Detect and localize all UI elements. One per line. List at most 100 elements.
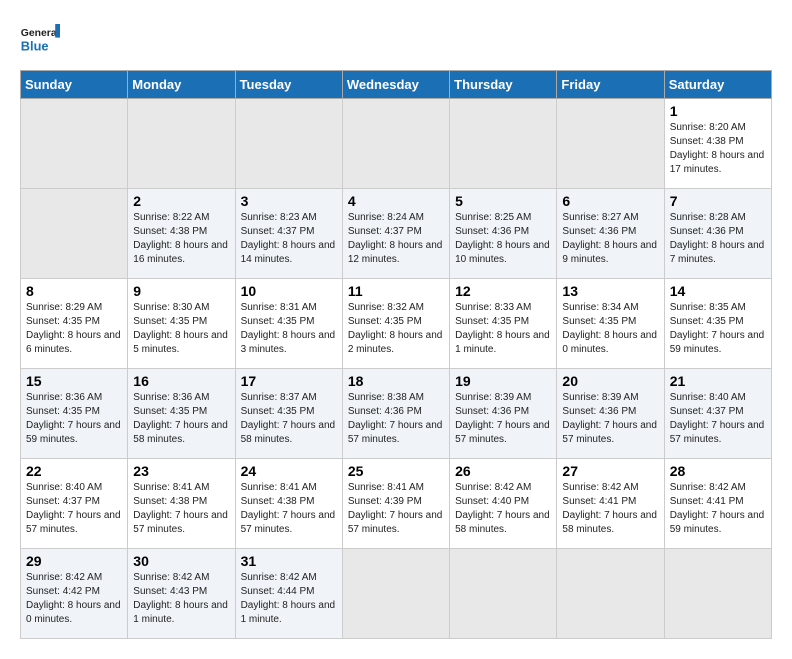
day-info: Sunrise: 8:42 AMSunset: 4:42 PMDaylight:… (26, 571, 122, 627)
header-saturday: Saturday (664, 71, 771, 99)
day-cell: 14Sunrise: 8:35 AMSunset: 4:35 PMDayligh… (664, 279, 771, 369)
day-cell: 3 Sunrise: 8:23 AMSunset: 4:37 PMDaylight… (235, 189, 342, 279)
day-info: Sunrise: 8:32 AMSunset: 4:35 PMDaylight:… (348, 301, 444, 357)
day-number: 17 (241, 373, 337, 389)
day-number: 22 (26, 463, 122, 479)
day-info: Sunrise: 8:36 AMSunset: 4:35 PMDaylight:… (133, 391, 229, 447)
day-cell: 23 Sunrise: 8:41 AMSunset: 4:38 PMDayligh… (128, 459, 235, 549)
day-cell: 18Sunrise: 8:38 AMSunset: 4:36 PMDayligh… (342, 369, 449, 459)
day-info: Sunrise: 8:22 AMSunset: 4:38 PMDaylight:… (133, 211, 229, 267)
day-number: 16 (133, 373, 229, 389)
day-info: Sunrise: 8:29 AMSunset: 4:35 PMDaylight:… (26, 301, 122, 357)
empty-cell (450, 99, 557, 189)
day-number: 6 (562, 193, 658, 209)
day-info: Sunrise: 8:41 AMSunset: 4:38 PMDaylight:… (241, 481, 337, 537)
day-cell: 13Sunrise: 8:34 AMSunset: 4:35 PMDayligh… (557, 279, 664, 369)
day-number: 7 (670, 193, 766, 209)
calendar-row: 29 Sunrise: 8:42 AMSunset: 4:42 PMDayligh… (21, 549, 772, 639)
day-info: Sunrise: 8:23 AMSunset: 4:37 PMDaylight:… (241, 211, 337, 267)
day-cell: 10Sunrise: 8:31 AMSunset: 4:35 PMDayligh… (235, 279, 342, 369)
day-number: 11 (348, 283, 444, 299)
day-info: Sunrise: 8:42 AMSunset: 4:41 PMDaylight:… (562, 481, 658, 537)
day-number: 12 (455, 283, 551, 299)
header-wednesday: Wednesday (342, 71, 449, 99)
empty-cell (21, 99, 128, 189)
day-info: Sunrise: 8:24 AMSunset: 4:37 PMDaylight:… (348, 211, 444, 267)
day-info: Sunrise: 8:39 AMSunset: 4:36 PMDaylight:… (455, 391, 551, 447)
day-cell: 5Sunrise: 8:25 AMSunset: 4:36 PMDaylight… (450, 189, 557, 279)
header-sunday: Sunday (21, 71, 128, 99)
day-info: Sunrise: 8:25 AMSunset: 4:36 PMDaylight:… (455, 211, 551, 267)
day-info: Sunrise: 8:20 AMSunset: 4:38 PMDaylight:… (670, 121, 766, 177)
day-info: Sunrise: 8:37 AMSunset: 4:35 PMDaylight:… (241, 391, 337, 447)
empty-cell (21, 189, 128, 279)
empty-cell (342, 549, 449, 639)
day-cell: 9Sunrise: 8:30 AMSunset: 4:35 PMDaylight… (128, 279, 235, 369)
day-cell: 1 Sunrise: 8:20 AMSunset: 4:38 PMDaylight… (664, 99, 771, 189)
day-number: 20 (562, 373, 658, 389)
empty-cell (128, 99, 235, 189)
logo: General Blue (20, 20, 60, 60)
header-monday: Monday (128, 71, 235, 99)
day-cell: 7 Sunrise: 8:28 AMSunset: 4:36 PMDaylight… (664, 189, 771, 279)
empty-cell (342, 99, 449, 189)
day-number: 31 (241, 553, 337, 569)
day-number: 29 (26, 553, 122, 569)
day-cell: 11 Sunrise: 8:32 AMSunset: 4:35 PMDayligh… (342, 279, 449, 369)
day-number: 24 (241, 463, 337, 479)
day-info: Sunrise: 8:38 AMSunset: 4:36 PMDaylight:… (348, 391, 444, 447)
day-cell: 21 Sunrise: 8:40 AMSunset: 4:37 PMDayligh… (664, 369, 771, 459)
calendar-row: 1 Sunrise: 8:20 AMSunset: 4:38 PMDaylight… (21, 99, 772, 189)
logo-icon: General Blue (20, 20, 60, 60)
day-number: 13 (562, 283, 658, 299)
day-info: Sunrise: 8:36 AMSunset: 4:35 PMDaylight:… (26, 391, 122, 447)
day-cell: 16 Sunrise: 8:36 AMSunset: 4:35 PMDayligh… (128, 369, 235, 459)
day-info: Sunrise: 8:40 AMSunset: 4:37 PMDaylight:… (670, 391, 766, 447)
day-info: Sunrise: 8:30 AMSunset: 4:35 PMDaylight:… (133, 301, 229, 357)
day-info: Sunrise: 8:40 AMSunset: 4:37 PMDaylight:… (26, 481, 122, 537)
day-cell: 30Sunrise: 8:42 AMSunset: 4:43 PMDayligh… (128, 549, 235, 639)
day-number: 19 (455, 373, 551, 389)
day-info: Sunrise: 8:27 AMSunset: 4:36 PMDaylight:… (562, 211, 658, 267)
day-info: Sunrise: 8:35 AMSunset: 4:35 PMDaylight:… (670, 301, 766, 357)
day-cell: 20 Sunrise: 8:39 AMSunset: 4:36 PMDayligh… (557, 369, 664, 459)
day-number: 8 (26, 283, 122, 299)
day-info: Sunrise: 8:42 AMSunset: 4:43 PMDaylight:… (133, 571, 229, 627)
day-cell: 28Sunrise: 8:42 AMSunset: 4:41 PMDayligh… (664, 459, 771, 549)
header-tuesday: Tuesday (235, 71, 342, 99)
page-header: General Blue (20, 20, 772, 60)
day-number: 1 (670, 103, 766, 119)
empty-cell (664, 549, 771, 639)
day-number: 3 (241, 193, 337, 209)
day-info: Sunrise: 8:42 AMSunset: 4:44 PMDaylight:… (241, 571, 337, 627)
day-number: 21 (670, 373, 766, 389)
day-cell: 4 Sunrise: 8:24 AMSunset: 4:37 PMDaylight… (342, 189, 449, 279)
calendar-row: 2 Sunrise: 8:22 AMSunset: 4:38 PMDaylight… (21, 189, 772, 279)
day-info: Sunrise: 8:41 AMSunset: 4:39 PMDaylight:… (348, 481, 444, 537)
day-info: Sunrise: 8:39 AMSunset: 4:36 PMDaylight:… (562, 391, 658, 447)
day-cell: 19 Sunrise: 8:39 AMSunset: 4:36 PMDayligh… (450, 369, 557, 459)
day-cell: 2 Sunrise: 8:22 AMSunset: 4:38 PMDaylight… (128, 189, 235, 279)
empty-cell (557, 549, 664, 639)
day-info: Sunrise: 8:41 AMSunset: 4:38 PMDaylight:… (133, 481, 229, 537)
day-cell: 27Sunrise: 8:42 AMSunset: 4:41 PMDayligh… (557, 459, 664, 549)
calendar-row: 22 Sunrise: 8:40 AMSunset: 4:37 PMDayligh… (21, 459, 772, 549)
calendar-header-row: SundayMondayTuesdayWednesdayThursdayFrid… (21, 71, 772, 99)
day-cell: 26 Sunrise: 8:42 AMSunset: 4:40 PMDayligh… (450, 459, 557, 549)
day-info: Sunrise: 8:42 AMSunset: 4:40 PMDaylight:… (455, 481, 551, 537)
day-cell: 8 Sunrise: 8:29 AMSunset: 4:35 PMDaylight… (21, 279, 128, 369)
svg-text:Blue: Blue (21, 38, 49, 53)
day-info: Sunrise: 8:33 AMSunset: 4:35 PMDaylight:… (455, 301, 551, 357)
day-number: 4 (348, 193, 444, 209)
calendar-row: 8 Sunrise: 8:29 AMSunset: 4:35 PMDaylight… (21, 279, 772, 369)
day-number: 10 (241, 283, 337, 299)
day-number: 23 (133, 463, 229, 479)
empty-cell (235, 99, 342, 189)
svg-text:General: General (21, 28, 60, 39)
day-number: 2 (133, 193, 229, 209)
day-number: 15 (26, 373, 122, 389)
day-info: Sunrise: 8:28 AMSunset: 4:36 PMDaylight:… (670, 211, 766, 267)
header-thursday: Thursday (450, 71, 557, 99)
day-number: 26 (455, 463, 551, 479)
header-friday: Friday (557, 71, 664, 99)
